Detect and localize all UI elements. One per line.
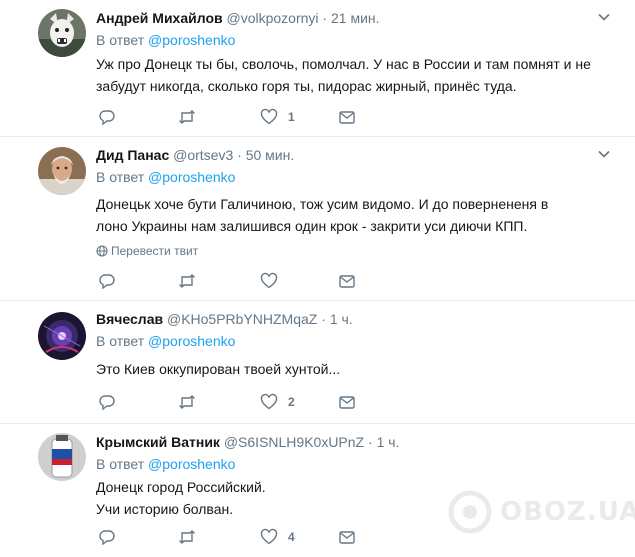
chevron-down-icon[interactable] bbox=[597, 10, 611, 24]
avatar-photo bbox=[38, 312, 86, 360]
tweet-text: Донецьк хоче бути Галичиною, тож усим ви… bbox=[96, 193, 606, 237]
reply-button[interactable] bbox=[98, 270, 116, 292]
reply-context: В ответ @poroshenko bbox=[96, 454, 235, 474]
reply-context: В ответ @poroshenko bbox=[96, 30, 235, 50]
globe-icon bbox=[96, 245, 108, 257]
heart-icon bbox=[260, 393, 278, 410]
tweet-text-line: Донецьк хоче бути Галичиною, тож усим ви… bbox=[96, 196, 549, 212]
direct-message-button[interactable] bbox=[338, 391, 356, 413]
tweet-header: Вячеслав @KHo5PRbYNHZMqaZ · 1 ч. bbox=[96, 309, 353, 329]
reply-prefix: В ответ bbox=[96, 169, 145, 185]
heart-icon bbox=[260, 272, 278, 289]
author-handle[interactable]: @KHo5PRbYNHZMqaZ bbox=[167, 311, 317, 327]
envelope-icon bbox=[339, 111, 355, 124]
tweet-timestamp[interactable]: 50 мин. bbox=[246, 147, 295, 163]
author-handle[interactable]: @ortsev3 bbox=[173, 147, 233, 163]
direct-message-button[interactable] bbox=[338, 270, 356, 292]
chevron-down-icon[interactable] bbox=[597, 147, 611, 161]
tweet-actions: 1 bbox=[96, 106, 376, 128]
like-count: 2 bbox=[288, 395, 295, 409]
avatar-photo bbox=[38, 147, 86, 195]
tweet-actions: 2 bbox=[96, 391, 376, 413]
reply-button[interactable] bbox=[98, 526, 116, 548]
avatar[interactable] bbox=[38, 147, 86, 195]
reply-button[interactable] bbox=[98, 391, 116, 413]
author-name[interactable]: Вячеслав bbox=[96, 311, 163, 327]
retweet-icon bbox=[179, 395, 195, 409]
separator-dot: · bbox=[368, 434, 373, 450]
translate-label: Перевести твит bbox=[111, 244, 199, 258]
tweet-text: Уж про Донецк ты бы, сволочь, помолчал. … bbox=[96, 53, 606, 97]
retweet-button[interactable] bbox=[178, 526, 196, 548]
tweet-text-line: Это Киев оккупирован твоей хунтой... bbox=[96, 361, 341, 377]
reply-icon bbox=[99, 530, 115, 546]
reply-icon bbox=[99, 274, 115, 290]
tweet-feed: Андрей Михайлов @volkpozornyi · 21 мин. … bbox=[0, 0, 635, 557]
retweet-icon bbox=[179, 110, 195, 124]
tweet-timestamp[interactable]: 21 мин. bbox=[331, 10, 380, 26]
like-button[interactable]: 1 bbox=[260, 106, 295, 128]
like-button[interactable] bbox=[260, 270, 288, 292]
envelope-icon bbox=[339, 396, 355, 409]
tweet[interactable]: Вячеслав @KHo5PRbYNHZMqaZ · 1 ч. В ответ… bbox=[0, 301, 635, 424]
watermark: OBOZ.UA bbox=[448, 487, 635, 537]
like-count: 1 bbox=[288, 110, 295, 124]
reply-context: В ответ @poroshenko bbox=[96, 167, 235, 187]
mention-link[interactable]: @poroshenko bbox=[148, 333, 235, 349]
tweet-header: Крымский Ватник @S6ISNLH9K0xUPnZ · 1 ч. bbox=[96, 432, 399, 452]
tweet-text: Это Киев оккупирован твоей хунтой... bbox=[96, 358, 606, 380]
retweet-icon bbox=[179, 530, 195, 544]
translate-tweet-link[interactable]: Перевести твит bbox=[96, 243, 198, 259]
avatar[interactable] bbox=[38, 9, 86, 57]
author-handle[interactable]: @volkpozornyi bbox=[227, 10, 319, 26]
like-button[interactable]: 2 bbox=[260, 391, 295, 413]
avatar[interactable] bbox=[38, 433, 86, 481]
reply-button[interactable] bbox=[98, 106, 116, 128]
tweet-actions: 4 bbox=[96, 526, 376, 548]
tweet-actions bbox=[96, 270, 376, 292]
separator-dot: · bbox=[321, 311, 326, 327]
retweet-button[interactable] bbox=[178, 391, 196, 413]
envelope-icon bbox=[339, 275, 355, 288]
tweet-timestamp[interactable]: 1 ч. bbox=[330, 311, 353, 327]
reply-icon bbox=[99, 395, 115, 411]
tweet-text-line: Уж про Донецк ты бы, сволочь, помолчал. … bbox=[96, 56, 591, 72]
watermark-logo-icon bbox=[448, 490, 492, 534]
like-button[interactable]: 4 bbox=[260, 526, 295, 548]
tweet[interactable]: Дид Панас @ortsev3 · 50 мин. В ответ @po… bbox=[0, 137, 635, 301]
avatar-wolf-image bbox=[38, 9, 86, 57]
tweet-text-line: забудут никогда, сколько горя ты, пидора… bbox=[96, 78, 517, 94]
retweet-button[interactable] bbox=[178, 270, 196, 292]
envelope-icon bbox=[339, 531, 355, 544]
avatar[interactable] bbox=[38, 312, 86, 360]
retweet-button[interactable] bbox=[178, 106, 196, 128]
tweet-header: Дид Панас @ortsev3 · 50 мин. bbox=[96, 145, 294, 165]
like-count: 4 bbox=[288, 530, 295, 544]
direct-message-button[interactable] bbox=[338, 526, 356, 548]
reply-icon bbox=[99, 110, 115, 126]
direct-message-button[interactable] bbox=[338, 106, 356, 128]
tweet-header: Андрей Михайлов @volkpozornyi · 21 мин. bbox=[96, 8, 380, 28]
avatar-photo bbox=[38, 433, 86, 481]
heart-icon bbox=[260, 528, 278, 545]
watermark-text: OBOZ.UA bbox=[500, 497, 635, 527]
separator-dot: · bbox=[237, 147, 242, 163]
author-name[interactable]: Крымский Ватник bbox=[96, 434, 220, 450]
mention-link[interactable]: @poroshenko bbox=[148, 456, 235, 472]
mention-link[interactable]: @poroshenko bbox=[148, 169, 235, 185]
reply-prefix: В ответ bbox=[96, 456, 145, 472]
retweet-icon bbox=[179, 274, 195, 288]
reply-context: В ответ @poroshenko bbox=[96, 331, 235, 351]
author-handle[interactable]: @S6ISNLH9K0xUPnZ bbox=[224, 434, 364, 450]
author-name[interactable]: Андрей Михайлов bbox=[96, 10, 223, 26]
separator-dot: · bbox=[322, 10, 328, 26]
tweet-timestamp[interactable]: 1 ч. bbox=[377, 434, 400, 450]
reply-prefix: В ответ bbox=[96, 32, 145, 48]
author-name[interactable]: Дид Панас bbox=[96, 147, 169, 163]
mention-link[interactable]: @poroshenko bbox=[148, 32, 235, 48]
tweet-text-line: лоно Украины нам залишився один крок - з… bbox=[96, 218, 528, 234]
heart-icon bbox=[260, 108, 278, 125]
reply-prefix: В ответ bbox=[96, 333, 145, 349]
tweet[interactable]: Андрей Михайлов @volkpozornyi · 21 мин. … bbox=[0, 0, 635, 137]
